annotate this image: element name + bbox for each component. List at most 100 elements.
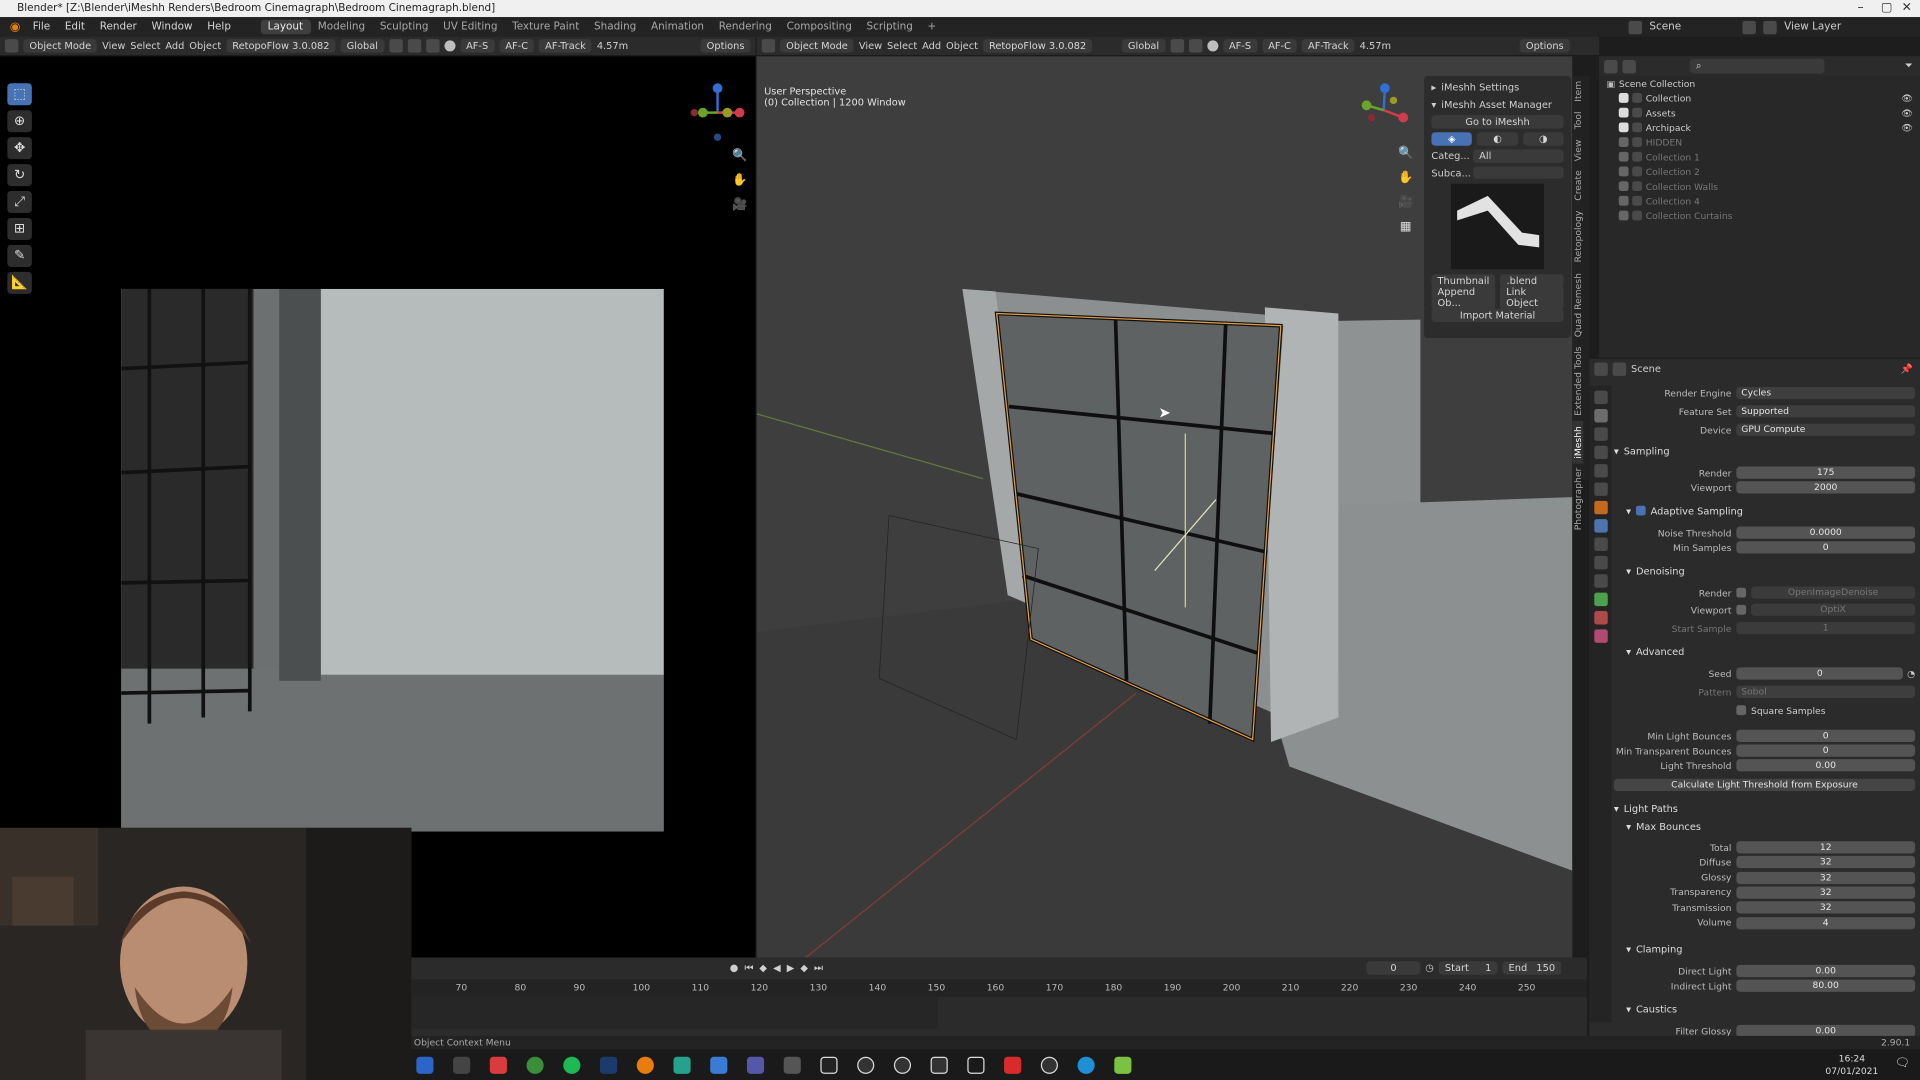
tab-extended-tools[interactable]: Extended Tools	[1572, 342, 1583, 421]
view-layer-name[interactable]: View Layer	[1784, 21, 1870, 33]
task-view-icon[interactable]	[453, 1056, 471, 1074]
minimize-icon[interactable]: –	[1858, 0, 1864, 17]
right-menu-view[interactable]: View	[859, 40, 882, 51]
bounce-field[interactable]: 4	[1736, 916, 1916, 929]
imeshh-settings-row[interactable]: ▸ iMeshh Settings	[1424, 78, 1571, 95]
tab-retopology[interactable]: Retopology	[1572, 206, 1583, 268]
bounce-field[interactable]: 32	[1736, 886, 1916, 899]
spotify-icon[interactable]	[563, 1056, 581, 1074]
tab-uv-editing[interactable]: UV Editing	[436, 20, 505, 35]
app-icon-4[interactable]	[746, 1056, 765, 1074]
menu-render[interactable]: Render	[92, 21, 144, 33]
right-camera-view-icon[interactable]: 🎥	[1396, 193, 1416, 213]
next-keyframe-icon[interactable]: ◆	[800, 962, 808, 974]
device-dropdown[interactable]: GPU Compute	[1736, 423, 1916, 436]
scale-tool-icon[interactable]: ⤢	[7, 191, 32, 214]
asset-type-models-icon[interactable]: ◈	[1431, 131, 1473, 146]
end-frame-field[interactable]: End 150	[1502, 961, 1562, 975]
prev-keyframe-icon[interactable]: ◆	[759, 962, 767, 974]
left-af-track-button[interactable]: AF-Track	[539, 39, 592, 53]
texture-tab-icon[interactable]	[1593, 629, 1608, 643]
tab-texture-paint[interactable]: Texture Paint	[505, 20, 587, 35]
tab-view[interactable]: View	[1572, 134, 1583, 166]
tab-create[interactable]: Create	[1572, 166, 1583, 206]
outliner-row[interactable]: Collection 1	[1599, 149, 1920, 164]
left-af-s-button[interactable]: AF-S	[459, 39, 495, 53]
viewport-samples-field[interactable]: 2000	[1736, 481, 1916, 494]
pin-icon[interactable]: 📌	[1900, 363, 1912, 374]
left-af-c-button[interactable]: AF-C	[499, 39, 535, 53]
tab-item[interactable]: Item	[1572, 76, 1583, 107]
current-frame-field[interactable]: 0	[1366, 961, 1421, 975]
tab-photographer[interactable]: Photographer	[1572, 463, 1583, 535]
app-icon-3[interactable]	[710, 1056, 728, 1074]
maximize-icon[interactable]: ▢	[1881, 0, 1893, 17]
menu-window[interactable]: Window	[144, 21, 200, 33]
visibility-eye-icon[interactable]: 👁	[1901, 92, 1913, 103]
system-clock[interactable]: 16:24 07/01/2021	[1825, 1053, 1878, 1077]
denoise-viewport-checkbox[interactable]	[1736, 604, 1747, 615]
caustics-header[interactable]: ▾ Caustics	[1626, 1002, 1915, 1017]
denoise-render-checkbox[interactable]	[1736, 587, 1747, 598]
right-options-dropdown[interactable]: Options	[1519, 39, 1570, 53]
app-icon-12[interactable]	[1114, 1056, 1132, 1074]
advanced-header[interactable]: ▾ Advanced	[1626, 644, 1915, 659]
play-reverse-icon[interactable]: ◀	[773, 962, 781, 974]
scene-tab-icon[interactable]	[1593, 464, 1608, 478]
outliner-checkbox[interactable]	[1618, 181, 1629, 192]
new-scene-icon[interactable]	[1742, 20, 1756, 34]
outliner-row[interactable]: Assets 👁	[1599, 105, 1920, 120]
app-icon-2[interactable]	[673, 1056, 691, 1074]
rotate-tool-icon[interactable]: ↻	[7, 164, 32, 187]
asset-type-materials-icon[interactable]: ◐	[1477, 131, 1518, 146]
view-layer-icon[interactable]	[1763, 20, 1777, 34]
tab-quad-remesh[interactable]: Quad Remesh	[1572, 268, 1583, 342]
pan-hand-icon[interactable]: ✋	[730, 171, 750, 191]
editor-type-icon[interactable]	[4, 39, 19, 53]
right-menu-select[interactable]: Select	[887, 40, 917, 51]
append-object-button[interactable]: Append Ob...	[1431, 285, 1496, 310]
left-viewport-camera[interactable]: ⬚ ⊕ ✥ ↻ ⤢ ⊞ ✎ 📐 🔍 ✋ 🎥	[0, 56, 756, 958]
outliner-row[interactable]: Collection 2	[1599, 164, 1920, 179]
scene-name[interactable]: Scene	[1649, 21, 1735, 33]
blender-logo-icon[interactable]: ◉	[5, 20, 25, 33]
feature-set-dropdown[interactable]: Supported	[1736, 405, 1916, 418]
tab-imeshh[interactable]: iMeshh	[1572, 420, 1584, 464]
menu-edit[interactable]: Edit	[58, 21, 93, 33]
menu-file[interactable]: File	[25, 21, 57, 33]
tab-tool[interactable]: Tool	[1572, 107, 1583, 135]
jump-start-icon[interactable]: ⏮	[744, 962, 753, 974]
right-af-s-button[interactable]: AF-S	[1222, 39, 1258, 53]
light-threshold-field[interactable]: 0.00	[1736, 759, 1916, 772]
filter-icon[interactable]: ⏷	[1905, 60, 1913, 72]
view-layer-tab-icon[interactable]	[1593, 445, 1608, 460]
adaptive-sampling-checkbox[interactable]	[1635, 505, 1646, 516]
right-ortho-grid-icon[interactable]: ▦	[1396, 218, 1416, 238]
min-samples-field[interactable]: 0	[1736, 541, 1916, 554]
render-tab-icon[interactable]	[1593, 408, 1608, 423]
right-af-c-button[interactable]: AF-C	[1262, 39, 1298, 53]
min-transparent-bounces-field[interactable]: 0	[1736, 744, 1916, 757]
edge-icon[interactable]	[1077, 1056, 1095, 1074]
denoising-header[interactable]: ▾ Denoising	[1626, 563, 1915, 578]
clock-icon[interactable]: ◔	[1907, 668, 1915, 679]
seed-field[interactable]: 0	[1736, 667, 1904, 680]
tab-compositing[interactable]: Compositing	[779, 20, 859, 35]
object-tab-icon[interactable]	[1593, 500, 1608, 515]
add-workspace-icon[interactable]: +	[920, 20, 943, 35]
physics-tab-icon[interactable]	[1593, 555, 1608, 570]
right-mode-dropdown[interactable]: Object Mode	[780, 39, 854, 53]
scene-icon[interactable]	[1628, 20, 1643, 34]
outliner-checkbox[interactable]	[1618, 210, 1629, 221]
outliner-checkbox[interactable]	[1618, 107, 1629, 118]
app-icon-6[interactable]	[820, 1056, 838, 1074]
pivot-icon[interactable]	[388, 39, 403, 53]
visibility-eye-icon[interactable]: 👁	[1901, 107, 1913, 118]
right-navigation-gizmo[interactable]	[1357, 81, 1411, 135]
app-icon-7[interactable]	[857, 1056, 875, 1074]
camera-view-icon[interactable]: 🎥	[730, 196, 750, 216]
particles-tab-icon[interactable]	[1593, 537, 1608, 552]
right-orientation-dropdown[interactable]: Global	[1121, 39, 1166, 53]
constraints-tab-icon[interactable]	[1593, 574, 1608, 588]
right-editor-type-icon[interactable]	[761, 39, 776, 53]
